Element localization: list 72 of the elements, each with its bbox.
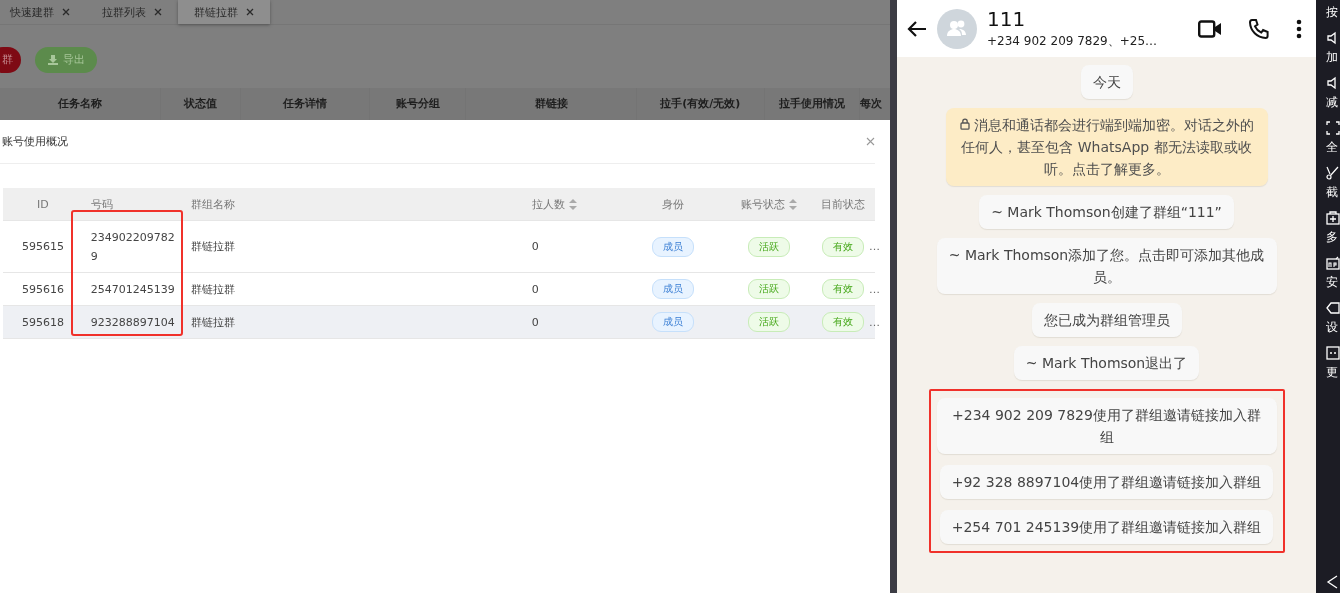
scissors-icon: [1326, 166, 1340, 180]
close-icon: [62, 8, 70, 16]
table-cell-text: 群链拉群: [189, 314, 236, 330]
plus-box-icon: [1326, 211, 1340, 225]
toolbar-label[interactable]: 更: [1326, 364, 1338, 381]
table-cell-text: 0: [530, 282, 540, 296]
table-cell-text: 923288897104: [89, 314, 176, 331]
group-avatar-icon: [937, 8, 977, 49]
toolbar-label[interactable]: 加: [1326, 49, 1338, 66]
column-header: 号码: [89, 196, 114, 213]
status-tag: 活跃: [748, 312, 791, 332]
date-chip: 今天: [1080, 65, 1133, 99]
status-tag: 成员: [652, 279, 695, 299]
download-icon: [48, 54, 58, 65]
tag-icon: [1326, 301, 1340, 315]
lock-icon: [959, 118, 970, 130]
status-tag: 成员: [652, 312, 695, 332]
dots-box-icon: [1326, 346, 1340, 360]
system-message: +92 328 8897104使用了群组邀请链接加入群组: [939, 465, 1274, 499]
table-cell-text: 群链拉群: [189, 281, 236, 297]
system-message: ~ Mark Thomson添加了您。点击即可添加其他成员。: [936, 238, 1277, 294]
tab[interactable]: 群链拉群: [178, 0, 270, 24]
toolbar-label[interactable]: 减: [1326, 94, 1338, 111]
dialog-title: 账号使用概况: [2, 134, 68, 149]
fullscreen-icon: [1326, 121, 1340, 135]
chat-title: 111: [987, 7, 1027, 31]
column-header: 群组名称: [189, 196, 236, 213]
system-message: +234 902 209 7829使用了群组邀请链接加入群组: [936, 398, 1277, 454]
toolbar-label[interactable]: 全: [1326, 139, 1338, 156]
status-tag: 有效: [822, 279, 865, 299]
close-icon: [246, 8, 254, 16]
status-tag: 活跃: [748, 279, 791, 299]
table-cell-text: 595616: [20, 282, 65, 296]
phone-icon: [1248, 17, 1270, 40]
column-header: 目前状态: [820, 196, 867, 213]
table-cell-text: 595618: [20, 315, 65, 329]
table-cell-text: 0: [530, 240, 540, 253]
system-message: ~ Mark Thomson退出了: [1013, 346, 1200, 380]
video-call-icon: [1198, 19, 1222, 38]
column-header: 账号状态: [741, 196, 786, 212]
toolbar-label[interactable]: 设: [1326, 319, 1338, 336]
status-tag: 有效: [822, 236, 865, 257]
status-tag: 活跃: [748, 236, 791, 257]
close-icon: [154, 8, 162, 16]
table-cell-text: 2349022097829: [89, 229, 176, 265]
table-cell-text: 254701245139: [89, 281, 176, 298]
system-message: 您已成为群组管理员: [1031, 303, 1182, 337]
status-tag: 成员: [652, 236, 695, 257]
system-message: ~ Mark Thomson创建了群组“111”: [979, 195, 1234, 229]
more-options-icon: [1296, 18, 1302, 39]
table-cell-text: 595615: [20, 240, 65, 253]
column-header: 身份: [661, 196, 686, 213]
column-header: 拉人数: [531, 196, 565, 212]
status-tag: 有效: [822, 312, 865, 332]
apk-icon: [1326, 256, 1340, 270]
toolbar-label[interactable]: 截: [1326, 184, 1338, 201]
table-cell-text: 群链拉群: [189, 239, 236, 254]
encryption-notice[interactable]: 消息和通话都会进行端到端加密。对话之外的任何人，甚至包含 WhatsApp 都无法读取或收听。点击了解更多。: [945, 108, 1268, 186]
column-header: 每次: [860, 96, 884, 112]
close-icon: [866, 137, 875, 146]
table-cell-text: 0: [530, 315, 540, 329]
toolbar-label[interactable]: 按: [1326, 4, 1338, 21]
tab[interactable]: 快速建群: [0, 0, 86, 24]
toolbar-label[interactable]: 安: [1326, 274, 1338, 291]
toolbar-label[interactable]: 多: [1326, 229, 1338, 246]
system-message: +254 701 245139使用了群组邀请链接加入群组: [939, 510, 1274, 544]
back-arrow-icon: [907, 19, 927, 38]
column-header: ID: [36, 196, 50, 213]
action-button[interactable]: 群: [0, 46, 21, 73]
tab[interactable]: 拉群列表: [86, 0, 178, 24]
back-icon: [1326, 575, 1340, 589]
chat-subtitle: +234 902 209 7829、+25…: [987, 33, 1159, 50]
